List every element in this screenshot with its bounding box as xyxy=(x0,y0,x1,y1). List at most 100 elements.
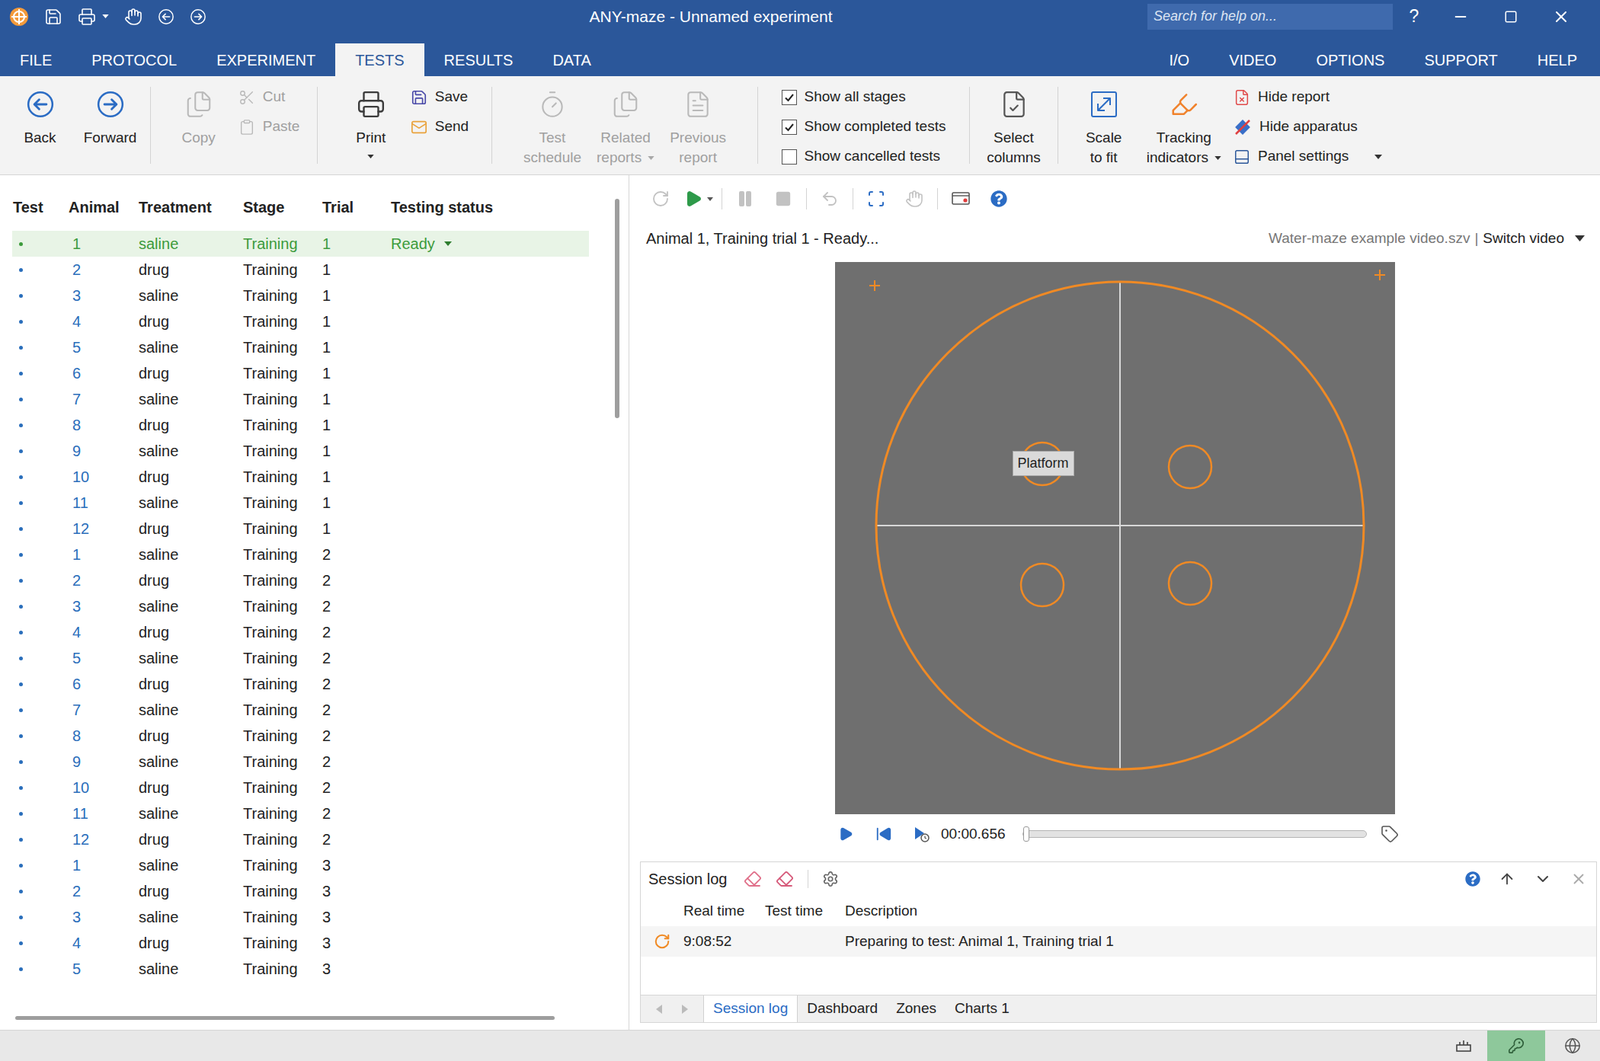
ribbon-small-button[interactable]: Save xyxy=(410,82,469,112)
hand-icon[interactable] xyxy=(905,189,924,208)
table-row[interactable]: 8drugTraining2 xyxy=(12,723,589,749)
column-header[interactable]: Stage xyxy=(243,195,323,219)
table-row[interactable]: 9salineTraining1 xyxy=(12,438,589,464)
previous-report-icon[interactable] xyxy=(683,89,713,119)
ribbon-button[interactable]: Selectcolumns xyxy=(983,76,1045,168)
column-header[interactable]: Testing status xyxy=(390,195,589,219)
license-indicator[interactable] xyxy=(1487,1030,1546,1061)
menu-tab[interactable]: FILE xyxy=(0,43,72,77)
tab-scroll-left-icon[interactable] xyxy=(656,1004,663,1015)
close-icon[interactable] xyxy=(1552,7,1571,26)
checkbox[interactable] xyxy=(781,89,797,106)
menu-tab[interactable]: DATA xyxy=(532,43,611,77)
menu-tab[interactable]: I/O xyxy=(1148,43,1210,77)
start-test-icon[interactable] xyxy=(684,189,703,208)
ribbon-small-button[interactable]: Cut xyxy=(238,82,301,112)
back-icon[interactable] xyxy=(25,89,55,119)
table-row[interactable]: 7salineTraining2 xyxy=(12,697,589,724)
hide-apparatus-icon[interactable] xyxy=(1233,118,1252,137)
ribbon-button[interactable]: Relatedreports xyxy=(593,76,658,168)
save-icon[interactable] xyxy=(410,89,428,106)
menu-tab[interactable]: TESTS xyxy=(335,43,424,77)
send-icon[interactable] xyxy=(410,118,428,136)
hide-report-icon[interactable] xyxy=(1233,89,1251,106)
ribbon-checkbox[interactable]: Show cancelled tests xyxy=(781,141,947,172)
stop-icon[interactable] xyxy=(774,190,792,208)
column-header[interactable]: Real time xyxy=(683,900,765,923)
quick-forward-icon[interactable] xyxy=(189,8,207,26)
column-header[interactable]: Treatment xyxy=(138,195,244,219)
ribbon-checkbox[interactable]: Show all stages xyxy=(781,82,947,112)
menu-tab[interactable]: HELP xyxy=(1517,43,1597,77)
quick-print-button[interactable] xyxy=(77,7,109,26)
help-button[interactable]: ? xyxy=(1392,3,1436,30)
column-header[interactable]: Test xyxy=(12,195,69,219)
table-row[interactable]: 5salineTraining2 xyxy=(12,645,589,672)
toolbar-button[interactable] xyxy=(983,183,1015,215)
menu-tab[interactable]: PROTOCOL xyxy=(71,43,197,77)
log-row[interactable]: 9:08:52Preparing to test: Animal 1, Trai… xyxy=(640,926,1597,957)
ribbon-button[interactable]: Scaleto fit xyxy=(1073,76,1135,168)
ribbon-small-button[interactable]: Paste xyxy=(238,112,301,142)
table-row[interactable]: 2drugTraining1 xyxy=(12,256,589,283)
play-icon[interactable] xyxy=(838,826,854,842)
touch-mode-icon[interactable] xyxy=(124,7,143,26)
maximize-icon[interactable] xyxy=(1504,9,1518,24)
table-row[interactable]: 1salineTraining1Ready xyxy=(12,230,589,257)
table-row[interactable]: 1salineTraining2 xyxy=(12,541,589,568)
cut-icon[interactable] xyxy=(238,89,256,106)
help-icon[interactable] xyxy=(1465,871,1481,887)
ribbon-button[interactable]: Trackingindicators xyxy=(1143,76,1225,168)
minimize-button[interactable] xyxy=(1435,8,1486,26)
dropdown-arrow-icon[interactable] xyxy=(707,197,714,202)
pause-icon[interactable] xyxy=(736,189,755,208)
collapse-icon[interactable] xyxy=(1533,870,1552,889)
select-columns-icon[interactable] xyxy=(999,89,1029,119)
table-row[interactable]: 3salineTraining2 xyxy=(12,593,589,620)
table-row[interactable]: 11salineTraining2 xyxy=(12,800,589,827)
scrollbar-thumb[interactable] xyxy=(614,198,620,419)
forward-icon[interactable] xyxy=(96,89,125,119)
ribbon-small-button[interactable]: Hide report xyxy=(1233,82,1383,112)
scrollbar-thumb[interactable] xyxy=(15,1016,555,1021)
play-from-time-icon[interactable] xyxy=(912,825,931,844)
help-icon[interactable] xyxy=(990,190,1008,208)
table-row[interactable]: 10drugTraining1 xyxy=(12,464,589,490)
close-panel-icon[interactable] xyxy=(1570,870,1588,888)
tab-scroll-right-icon[interactable] xyxy=(681,1004,688,1015)
column-header[interactable]: Animal xyxy=(68,195,139,219)
dropdown-arrow-icon[interactable] xyxy=(444,241,452,247)
move-up-icon[interactable] xyxy=(1498,870,1516,888)
rewind-icon[interactable] xyxy=(875,825,893,843)
restart-icon[interactable] xyxy=(651,189,670,208)
zone-circle[interactable] xyxy=(1168,562,1212,605)
table-row[interactable]: 2drugTraining3 xyxy=(12,878,589,905)
settings-icon[interactable] xyxy=(822,870,839,888)
table-row[interactable]: 6drugTraining2 xyxy=(12,671,589,698)
clear-log-icon[interactable] xyxy=(743,870,762,889)
toolbar-button[interactable] xyxy=(860,183,892,215)
toolbar-button[interactable] xyxy=(729,183,761,215)
bookmark-icon[interactable] xyxy=(1380,825,1399,844)
table-row[interactable]: 12drugTraining1 xyxy=(12,515,589,542)
table-row[interactable]: 11salineTraining1 xyxy=(12,489,589,516)
ribbon-checkbox[interactable]: Show completed tests xyxy=(781,112,947,142)
seek-thumb[interactable] xyxy=(1023,826,1030,842)
copy-icon[interactable] xyxy=(184,89,214,119)
menu-tab[interactable]: SUPPORT xyxy=(1404,43,1517,77)
menu-tab[interactable]: OPTIONS xyxy=(1296,43,1405,77)
column-header[interactable]: Description xyxy=(844,900,1597,923)
table-row[interactable]: 3salineTraining1 xyxy=(12,282,589,309)
test-schedule-icon[interactable] xyxy=(537,89,567,119)
device-icon[interactable] xyxy=(1454,1038,1473,1054)
record-icon[interactable] xyxy=(950,189,971,208)
toolbar-button[interactable] xyxy=(768,183,799,215)
menu-tab[interactable]: RESULTS xyxy=(424,43,534,77)
table-row[interactable]: 3salineTraining3 xyxy=(12,904,589,931)
quick-save-icon[interactable] xyxy=(44,7,63,26)
table-row[interactable]: 5salineTraining1 xyxy=(12,334,589,361)
close-button[interactable] xyxy=(1536,7,1587,26)
checkbox[interactable] xyxy=(781,149,797,165)
search-box[interactable]: Search for help on... xyxy=(1147,3,1393,30)
print-icon[interactable] xyxy=(356,89,386,119)
